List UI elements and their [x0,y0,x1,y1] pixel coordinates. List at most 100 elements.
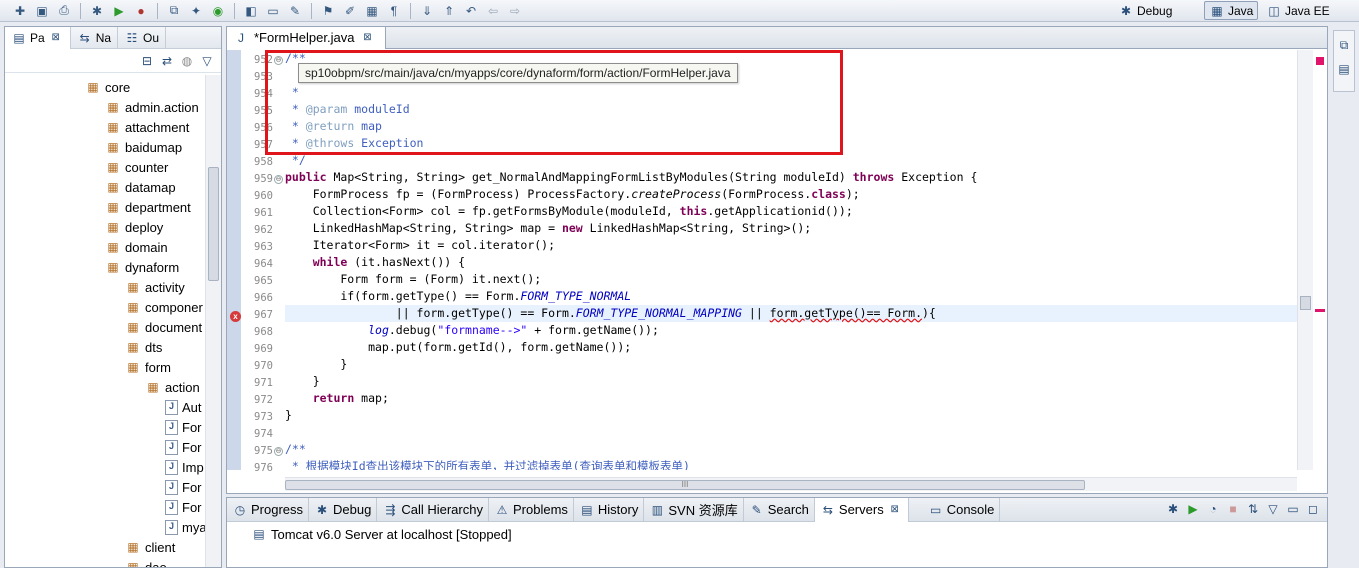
fold-toggle[interactable]: ⊖ [274,175,283,184]
tree-item[interactable]: ▦ department [105,197,190,217]
perspective-debug[interactable]: ✱ Debug [1114,1,1176,20]
next-annotation-icon[interactable]: ⇓ [417,1,437,21]
close-icon[interactable]: ⊠ [48,30,64,46]
package-icon: ▦ [147,380,159,394]
editor-vertical-scrollbar[interactable] [1297,50,1313,470]
fold-toggle[interactable]: ⊖ [274,447,283,456]
maximize-icon[interactable]: ◻ [1305,501,1321,517]
server-entry[interactable]: ▤ Tomcat v6.0 Server at localhost [Stopp… [251,526,511,542]
collapse-all-icon[interactable]: ⊟ [139,53,155,69]
show-whitespace-icon[interactable]: ¶ [384,1,404,21]
forward-icon[interactable]: ⇨ [505,1,525,21]
code-line-956: * @return map [285,119,382,133]
tree-item[interactable]: J For [165,477,202,497]
tree-item[interactable]: ▦ componer [125,297,203,317]
tree-item-label: componer [145,299,203,315]
restore-icon[interactable]: ⧉ [1336,37,1352,53]
close-icon[interactable]: ⊠ [887,502,903,518]
tree-item[interactable]: ▦ baidumap [105,137,182,157]
line-number: 963 [254,241,273,253]
tree-item[interactable]: Jmya [165,517,205,537]
debug-run-icon[interactable]: ✱ [87,1,107,21]
left-vertical-scrollbar[interactable] [205,75,221,567]
tree-item[interactable]: ▦ action [145,377,199,397]
perspective-javaee[interactable]: ◫ Java EE [1262,1,1334,20]
new-package-icon[interactable]: ✦ [186,1,206,21]
tree-item[interactable]: ▦ admin.action [105,97,198,117]
overview-error-indicator[interactable] [1316,57,1324,65]
view-menu-icon[interactable]: ▽ [199,53,215,69]
block-selection-icon[interactable]: ▦ [362,1,382,21]
tree-item[interactable]: ▦ datamap [105,177,175,197]
tree-item[interactable]: ▦ attachment [105,117,189,137]
start-server-icon[interactable]: ▶ [1185,501,1201,517]
last-edit-icon[interactable]: ↶ [461,1,481,21]
tab-outline[interactable]: ☷ Ou [118,26,167,49]
tree-item[interactable]: ▦ dao [125,557,166,568]
tree-item[interactable]: ▦ dynaform [105,257,179,277]
code-area[interactable]: /** * * @param moduleId * @return map * … [285,50,1297,470]
external-tools-icon[interactable]: ● [131,1,151,21]
tree-item-label: document [145,319,203,335]
close-icon[interactable]: ⊠ [359,30,375,46]
tree-item[interactable]: ▦ activity [125,277,184,297]
tree-item[interactable]: ▦ counter [105,157,168,177]
new-icon[interactable]: ✚ [10,1,30,21]
prev-annotation-icon[interactable]: ⇑ [439,1,459,21]
highlight-icon[interactable]: ✐ [340,1,360,21]
overview-error-mark[interactable] [1315,309,1325,312]
new-java-project-icon[interactable]: ⧉ [164,1,184,21]
tab-debug[interactable]: ✱ Debug [309,497,378,522]
tree-item[interactable]: ▦ client [125,537,175,557]
publish-icon[interactable]: ⇅ [1245,501,1261,517]
tab-history[interactable]: ▤ History [574,497,645,522]
debug-server-icon[interactable]: ✱ [1165,501,1181,517]
tab-console[interactable]: ▭ Console [923,497,1001,522]
minimized-outline-icon[interactable]: ▤ [1336,61,1352,77]
scrollbar-thumb[interactable]: III [285,480,1085,490]
open-type-icon[interactable]: ◧ [241,1,261,21]
tab-navigator[interactable]: ⇆ Na [71,26,119,49]
tree-item[interactable]: ▦ dts [125,337,162,357]
error-marker-icon[interactable]: x [230,311,241,322]
tab-servers[interactable]: ⇆ Servers ⊠ [814,497,909,522]
tab-progress[interactable]: ◷ Progress [227,497,310,522]
tab-problems[interactable]: ⚠ Problems [489,497,574,522]
save-icon[interactable]: ▣ [32,1,52,21]
print-icon[interactable]: ⎙ [54,1,74,21]
new-class-icon[interactable]: ◉ [208,1,228,21]
tree-item[interactable]: J For [165,497,202,517]
run-icon[interactable]: ▶ [109,1,129,21]
scrollbar-thumb[interactable] [208,167,219,281]
tree-item[interactable]: J For [165,417,202,437]
view-menu-icon[interactable]: ▽ [1265,501,1281,517]
tab-call-hierarchy[interactable]: ⇶ Call Hierarchy [377,497,489,522]
tree-item[interactable]: J For [165,437,202,457]
tree-item[interactable]: ▦ core [85,77,130,97]
perspective-java[interactable]: ▦ Java [1204,1,1259,20]
link-editor-icon[interactable]: ⇄ [159,53,175,69]
fold-toggle[interactable]: ⊖ [274,56,283,65]
open-folder-icon[interactable]: ▭ [263,1,283,21]
tab-svn[interactable]: ▥ SVN 资源库 [644,497,744,522]
tree-item[interactable]: ▦ domain [105,237,167,257]
toggle-mark-icon[interactable]: ⚑ [318,1,338,21]
package-tree: ▦ core ▦ admin.action ▦ attachment ▦ baidumap ▦ c… [5,75,205,568]
filter-icon[interactable]: ◍ [179,53,195,69]
tree-item[interactable]: J Aut [165,397,202,417]
profile-server-icon[interactable]: ◔ [1205,501,1221,517]
scrollbar-thumb[interactable] [1300,296,1311,310]
stop-server-icon[interactable]: ■ [1225,501,1241,517]
tab-formhelper-java[interactable]: J *FormHelper.java ⊠ [227,26,387,49]
tab-package-explorer[interactable]: ▤ Pa ⊠ [5,26,71,49]
editor-horizontal-scrollbar[interactable]: III [285,477,1297,491]
tree-item[interactable]: ▦ form [125,357,171,377]
search-tool-icon[interactable]: ✎ [285,1,305,21]
tree-item[interactable]: ▦ deploy [105,217,163,237]
back-icon[interactable]: ⇦ [483,1,503,21]
tree-item[interactable]: J Imp [165,457,204,477]
minimize-icon[interactable]: ▭ [1285,501,1301,517]
tab-search[interactable]: ✎ Search [744,497,815,522]
syntax-error-underline[interactable]: form.getType()== Form. [770,306,922,320]
tree-item[interactable]: ▦ document [125,317,202,337]
